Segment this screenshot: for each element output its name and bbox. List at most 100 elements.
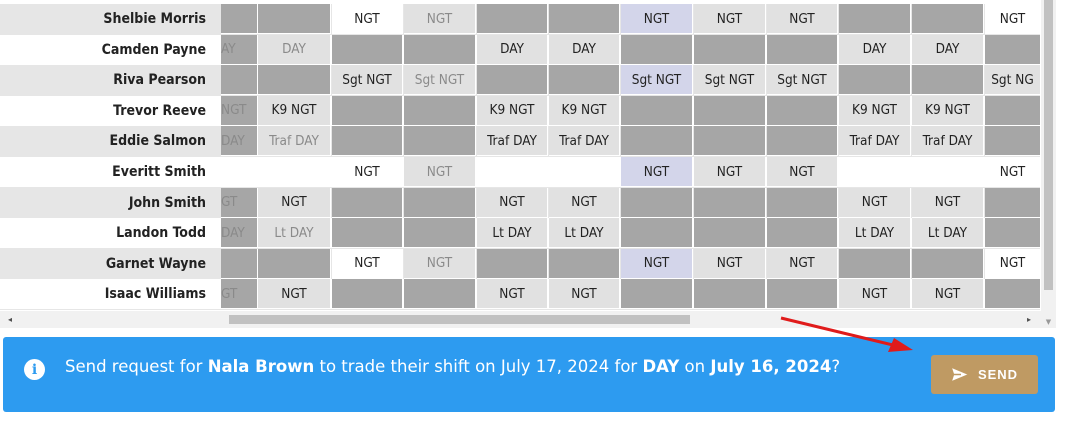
shift-cell[interactable]: K9 NGT bbox=[912, 95, 984, 126]
shift-cell[interactable]: K9 NGT bbox=[839, 95, 911, 126]
shift-cell[interactable] bbox=[767, 187, 838, 218]
shift-cell[interactable] bbox=[549, 157, 620, 187]
shift-cell[interactable] bbox=[332, 187, 403, 218]
shift-cell[interactable]: NGT bbox=[767, 4, 838, 34]
shift-cell[interactable] bbox=[258, 157, 331, 187]
shift-cell[interactable]: NGT bbox=[549, 279, 620, 310]
shift-cell[interactable] bbox=[985, 126, 1041, 157]
shift-cell[interactable]: NGT bbox=[332, 248, 403, 279]
shift-cell[interactable]: NGT bbox=[477, 279, 548, 310]
shift-cell[interactable]: Lt DAY bbox=[258, 218, 331, 249]
shift-cell[interactable] bbox=[694, 95, 766, 126]
shift-cell[interactable] bbox=[621, 126, 693, 157]
shift-cell[interactable]: NGT bbox=[621, 157, 693, 187]
shift-cell[interactable] bbox=[258, 248, 331, 279]
shift-cell[interactable]: NGT bbox=[621, 4, 693, 34]
shift-cell[interactable]: AY bbox=[221, 34, 258, 65]
shift-cell[interactable] bbox=[332, 95, 403, 126]
shift-cell[interactable]: NGT bbox=[549, 187, 620, 218]
shift-cell[interactable] bbox=[332, 126, 403, 157]
shift-cell[interactable] bbox=[694, 187, 766, 218]
shift-cell[interactable] bbox=[221, 65, 258, 96]
shift-cell[interactable] bbox=[767, 126, 838, 157]
shift-cell[interactable]: NGT bbox=[221, 95, 258, 126]
shift-cell[interactable] bbox=[694, 34, 766, 65]
shift-cell[interactable]: Sgt NGT bbox=[694, 65, 766, 96]
shift-cell[interactable] bbox=[912, 65, 984, 96]
shift-cell[interactable] bbox=[404, 126, 476, 157]
shift-cell[interactable]: Sgt NGT bbox=[404, 65, 476, 96]
shift-cell[interactable] bbox=[221, 248, 258, 279]
shift-cell[interactable] bbox=[332, 279, 403, 310]
shift-cell[interactable] bbox=[839, 248, 911, 279]
shift-cell[interactable] bbox=[621, 187, 693, 218]
scroll-right-arrow-icon[interactable]: ▸ bbox=[1023, 313, 1035, 326]
shift-cell[interactable]: DAY bbox=[912, 34, 984, 65]
shift-cell[interactable]: GT bbox=[221, 279, 258, 310]
shift-cell[interactable]: NGT bbox=[332, 157, 403, 187]
shift-cell[interactable]: Sgt NGT bbox=[332, 65, 403, 96]
shift-cell[interactable] bbox=[258, 65, 331, 96]
shift-cell[interactable] bbox=[404, 279, 476, 310]
shift-cell[interactable] bbox=[694, 126, 766, 157]
shift-cell[interactable] bbox=[839, 4, 911, 34]
shift-cell[interactable]: NGT bbox=[839, 279, 911, 310]
shift-cell[interactable]: Traf DAY bbox=[839, 126, 911, 157]
shift-cell[interactable] bbox=[404, 95, 476, 126]
shift-cell[interactable] bbox=[912, 248, 984, 279]
shift-cell[interactable] bbox=[258, 4, 331, 34]
shift-cell[interactable]: DAY bbox=[839, 34, 911, 65]
shift-cell[interactable] bbox=[221, 4, 258, 34]
scroll-left-arrow-icon[interactable]: ◂ bbox=[4, 313, 16, 326]
shift-cell[interactable]: DAY bbox=[221, 126, 258, 157]
shift-cell[interactable] bbox=[621, 279, 693, 310]
shift-cell[interactable] bbox=[767, 34, 838, 65]
shift-cell[interactable]: NGT bbox=[332, 4, 403, 34]
send-button[interactable]: SEND bbox=[931, 355, 1038, 394]
shift-cell[interactable] bbox=[477, 4, 548, 34]
shift-cell[interactable] bbox=[767, 218, 838, 249]
shift-cell[interactable]: DAY bbox=[221, 218, 258, 249]
shift-cell[interactable] bbox=[985, 218, 1041, 249]
shift-cell[interactable]: Lt DAY bbox=[477, 218, 548, 249]
shift-cell[interactable]: NGT bbox=[767, 157, 838, 187]
shift-cell[interactable]: NGT bbox=[767, 248, 838, 279]
shift-cell[interactable] bbox=[912, 157, 984, 187]
shift-cell[interactable] bbox=[332, 218, 403, 249]
shift-cell[interactable] bbox=[221, 157, 258, 187]
shift-cell[interactable]: Lt DAY bbox=[839, 218, 911, 249]
shift-cell[interactable]: K9 NGT bbox=[477, 95, 548, 126]
shift-cell[interactable]: Sgt NG bbox=[985, 65, 1041, 96]
shift-cell[interactable] bbox=[549, 65, 620, 96]
shift-cell[interactable] bbox=[477, 248, 548, 279]
shift-cell[interactable] bbox=[549, 248, 620, 279]
shift-cell[interactable]: K9 NGT bbox=[258, 95, 331, 126]
shift-cell[interactable]: NGT bbox=[621, 248, 693, 279]
shift-cell[interactable] bbox=[621, 34, 693, 65]
shift-cell[interactable]: Lt DAY bbox=[549, 218, 620, 249]
shift-cell[interactable] bbox=[839, 157, 911, 187]
shift-cell[interactable] bbox=[477, 65, 548, 96]
shift-cell[interactable] bbox=[694, 218, 766, 249]
shift-cell[interactable]: Sgt NGT bbox=[767, 65, 838, 96]
shift-cell[interactable]: NGT bbox=[985, 157, 1041, 187]
shift-cell[interactable] bbox=[767, 279, 838, 310]
shift-cell[interactable] bbox=[621, 95, 693, 126]
shift-cell[interactable] bbox=[985, 279, 1041, 310]
shift-cell[interactable]: NGT bbox=[258, 187, 331, 218]
shift-cell[interactable]: NGT bbox=[694, 248, 766, 279]
shift-cell[interactable] bbox=[404, 218, 476, 249]
shift-cell[interactable]: K9 NGT bbox=[549, 95, 620, 126]
shift-cell[interactable] bbox=[985, 34, 1041, 65]
shift-cell[interactable]: Traf DAY bbox=[912, 126, 984, 157]
shift-cell[interactable]: DAY bbox=[258, 34, 331, 65]
shift-cell[interactable] bbox=[477, 157, 548, 187]
shift-cell[interactable] bbox=[621, 218, 693, 249]
shift-cell[interactable]: Lt DAY bbox=[912, 218, 984, 249]
shift-cell[interactable]: DAY bbox=[549, 34, 620, 65]
shift-cell[interactable]: DAY bbox=[477, 34, 548, 65]
scroll-down-arrow-icon[interactable]: ▼ bbox=[1043, 318, 1054, 327]
shift-cell[interactable] bbox=[839, 65, 911, 96]
shift-cell[interactable]: NGT bbox=[404, 4, 476, 34]
shift-cell[interactable] bbox=[912, 4, 984, 34]
